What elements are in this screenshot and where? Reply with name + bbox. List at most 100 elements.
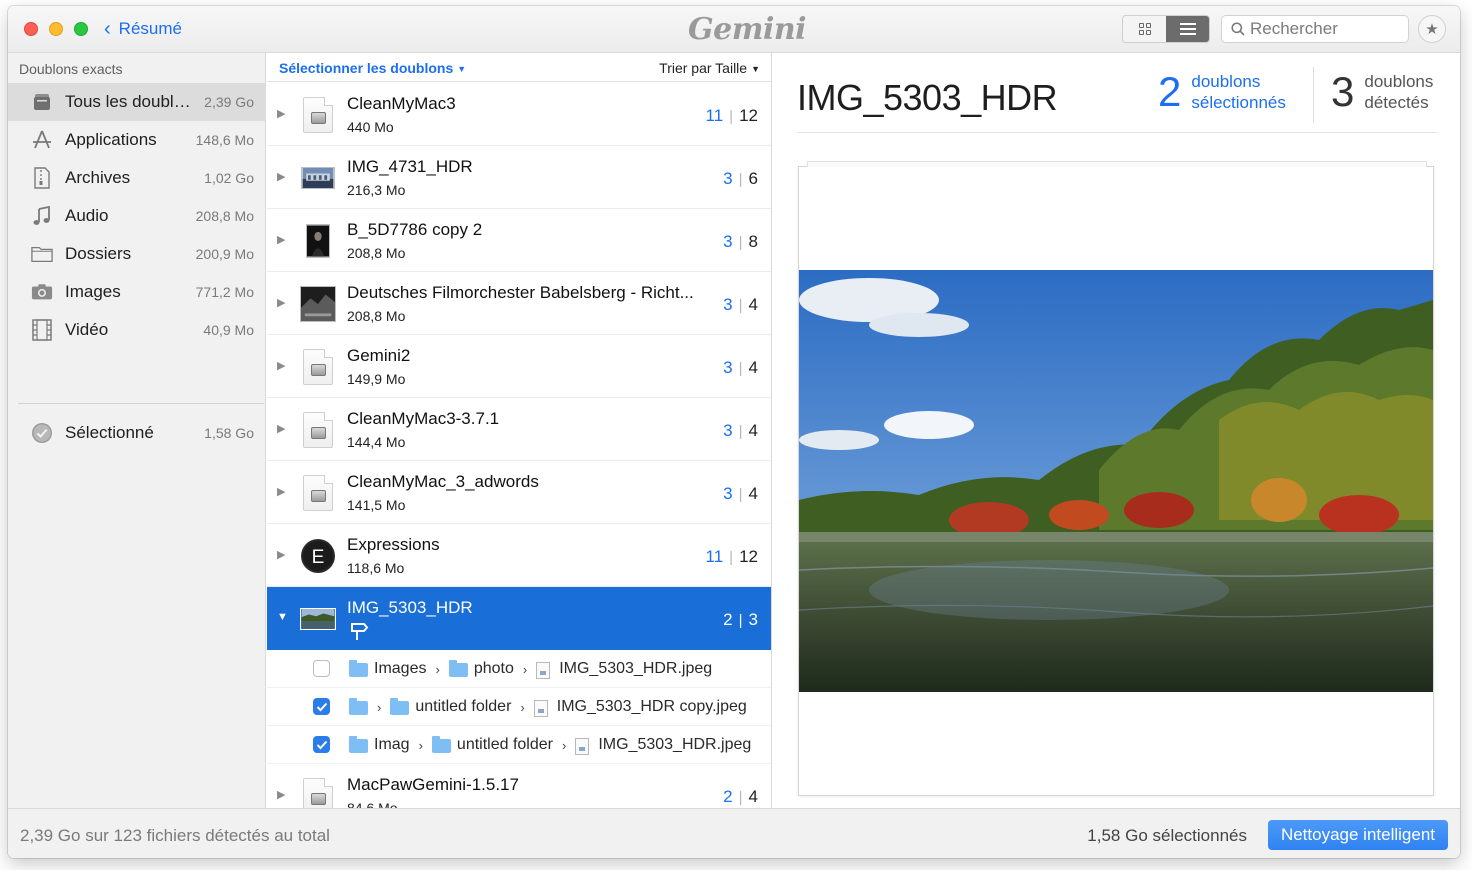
chevron-left-icon: ‹ (104, 18, 111, 40)
sidebar-item-label: Vidéo (65, 320, 109, 339)
image-file-icon (533, 699, 548, 717)
duplicate-file-row[interactable]: Images › photo › IMG_5303_HDR.jpeg (267, 650, 771, 688)
sidebar-item-images[interactable]: Images 771,2 Mo (8, 273, 266, 311)
group-name: MacPawGemini-1.5.17 (347, 775, 519, 794)
sidebar-item-label: Audio (65, 206, 109, 225)
selected-duplicates-label-2: sélectionnés (1191, 93, 1286, 112)
sidebar-divider (18, 403, 264, 404)
sidebar-item-folders[interactable]: Dossiers 200,9 Mo (8, 235, 266, 273)
duplicate-group-row-selected[interactable]: ▼ IMG_5303_HDR 2 | 3 (267, 587, 771, 650)
group-counts: 11 | 12 (705, 106, 758, 125)
folder-icon (448, 660, 468, 677)
smart-cleanup-button[interactable]: Nettoyage intelligent (1267, 820, 1448, 850)
expressions-letter: E (312, 547, 325, 568)
group-size: 141,5 Mo (347, 497, 406, 513)
duplicate-group-row[interactable]: ▶ CleanMyMac_3_adwords 141,5 Mo 3 | 4 (267, 461, 771, 524)
group-name: CleanMyMac3 (347, 94, 456, 113)
duplicate-group-row[interactable]: ▶ MacPawGemini-1.5.17 84,6 Mo 2 | 4 (267, 764, 771, 808)
disclosure-triangle-icon[interactable]: ▶ (277, 788, 285, 801)
grid-view-button[interactable] (1123, 16, 1166, 42)
sort-label: Trier par Taille (659, 60, 748, 76)
sort-dropdown[interactable]: Trier par Taille ▼ (659, 60, 760, 76)
group-size: 144,4 Mo (347, 434, 406, 450)
duplicate-group-row[interactable]: ▶ CleanMyMac3 440 Mo 11 | 12 (267, 83, 771, 146)
group-name: CleanMyMac3-3.7.1 (347, 409, 500, 428)
checkmark-icon (316, 702, 327, 711)
detected-duplicates-stat: 3 doublons détectés (1331, 71, 1433, 113)
disclosure-triangle-icon[interactable]: ▶ (277, 170, 285, 183)
duplicates-list: Sélectionner les doublons ▼ Trier par Tai… (267, 53, 772, 808)
selected-duplicates-label-1: doublons (1191, 72, 1261, 91)
selected-count: 11 (705, 547, 724, 566)
total-count: 3 (748, 610, 758, 629)
disclosure-triangle-icon[interactable]: ▶ (277, 296, 285, 309)
total-count: 12 (739, 547, 758, 566)
selected-count: 2 (723, 610, 733, 629)
duplicate-file-row[interactable]: Imag › untitled folder › IMG_5303_HDR.jp… (267, 726, 771, 764)
caret-down-icon: ▼ (457, 64, 467, 74)
selected-duplicates-count: 2 (1158, 68, 1182, 115)
sidebar-item-video[interactable]: Vidéo 40,9 Mo (8, 311, 266, 349)
duplicate-group-row[interactable]: ▶ Deutsches Filmorchester Babelsberg - R… (267, 272, 771, 335)
search-input[interactable] (1250, 19, 1400, 39)
folder-icon (349, 736, 368, 753)
sidebar-item-applications[interactable]: Applications 148,6 Mo (8, 121, 266, 159)
back-to-summary-button[interactable]: ‹ Résumé (104, 18, 182, 40)
duplicate-group-row[interactable]: ▶ IMG_4731_HDR 216,3 Mo 3 | 6 (267, 146, 771, 209)
photo-thumbnail (300, 222, 336, 260)
file-checkbox[interactable] (313, 660, 330, 677)
duplicate-file-row[interactable]: › untitled folder › IMG_5303_HDR copy.jp… (267, 688, 771, 726)
selected-count: 3 (723, 421, 733, 440)
duplicate-group-row[interactable]: ▶ E Expressions 118,6 Mo 11 | 12 (267, 524, 771, 587)
favorite-button[interactable]: ★ (1418, 15, 1446, 43)
search-field[interactable] (1221, 15, 1409, 43)
file-checkbox-checked[interactable] (313, 698, 330, 715)
caret-down-icon: ▼ (751, 64, 760, 74)
group-name: IMG_5303_HDR (347, 598, 473, 617)
close-window-button[interactable] (24, 22, 38, 36)
select-duplicates-dropdown[interactable]: Sélectionner les doublons ▼ (279, 60, 466, 76)
disclosure-triangle-icon[interactable]: ▶ (277, 485, 285, 498)
disclosure-triangle-icon[interactable]: ▶ (277, 422, 285, 435)
total-count: 8 (748, 232, 758, 251)
group-size: 84,6 Mo (347, 800, 398, 808)
total-count: 6 (748, 169, 758, 188)
duplicate-group-row[interactable]: ▶ Gemini2 149,9 Mo 3 | 4 (267, 335, 771, 398)
path-folder: Imag (374, 736, 410, 753)
group-counts: 3 | 4 (723, 484, 758, 503)
selected-count: 3 (723, 484, 733, 503)
group-counts: 3 | 4 (723, 358, 758, 377)
duplicate-group-row[interactable]: ▶ B_5D7786 copy 2 208,8 Mo 3 | 8 (267, 209, 771, 272)
disclosure-triangle-icon[interactable]: ▶ (277, 233, 285, 246)
total-detected-text: 2,39 Go sur 123 fichiers détectés au tot… (20, 826, 330, 845)
zoom-window-button[interactable] (74, 22, 88, 36)
path-file: IMG_5303_HDR copy.jpeg (556, 698, 747, 715)
sidebar-item-size: 1,58 Go (204, 425, 254, 441)
disclosure-triangle-icon[interactable]: ▶ (277, 548, 285, 561)
disk-image-icon (300, 348, 336, 386)
sidebar-item-label: Tous les doublons (65, 92, 191, 111)
path-separator-icon: › (520, 699, 525, 715)
disclosure-triangle-expanded-icon[interactable]: ▼ (277, 611, 288, 623)
disk-image-icon (300, 96, 336, 134)
sidebar-item-archives[interactable]: Archives 1,02 Go (8, 159, 266, 197)
sidebar-item-label: Dossiers (65, 244, 132, 263)
disclosure-triangle-icon[interactable]: ▶ (277, 107, 285, 120)
minimize-window-button[interactable] (49, 22, 63, 36)
image-file-icon (575, 737, 590, 755)
file-checkbox-checked[interactable] (313, 736, 330, 753)
file-path: Imag › untitled folder › IMG_5303_HDR.jp… (349, 736, 751, 755)
list-view-button[interactable] (1166, 16, 1209, 42)
disclosure-triangle-icon[interactable]: ▶ (277, 359, 285, 372)
list-header: Sélectionner les doublons ▼ Trier par Tai… (267, 53, 771, 82)
sidebar-item-all-duplicates[interactable]: Tous les doublons 2,39 Go (8, 83, 266, 121)
group-name: Expressions (347, 535, 440, 554)
search-icon (1231, 22, 1245, 36)
sidebar-item-audio[interactable]: Audio 208,8 Mo (8, 197, 266, 235)
sidebar-item-label: Archives (65, 168, 131, 187)
detail-panel: IMG_5303_HDR 2 doublons sélectionnés 3 do… (773, 53, 1460, 808)
sidebar-item-size: 200,9 Mo (195, 246, 254, 262)
duplicate-group-row[interactable]: ▶ CleanMyMac3-3.7.1 144,4 Mo 3 | 4 (267, 398, 771, 461)
sidebar-item-selected[interactable]: Sélectionné 1,58 Go (8, 414, 266, 452)
film-icon (31, 319, 53, 341)
